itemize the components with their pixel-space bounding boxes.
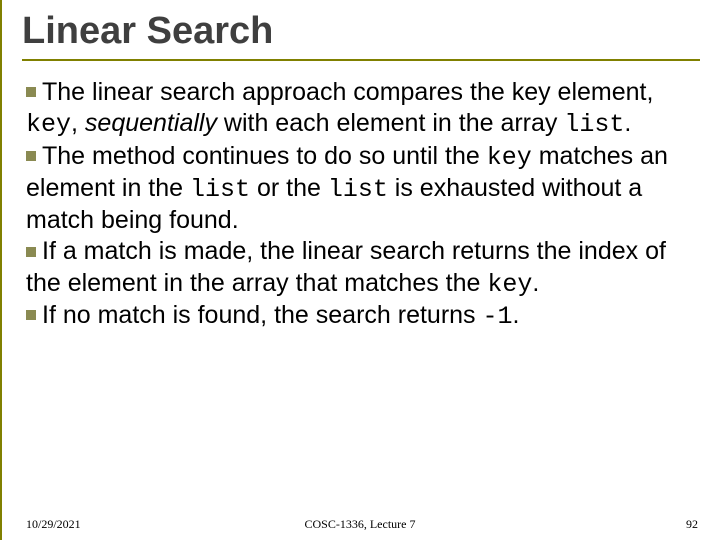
b3-pre: If a match is made, the linear search re… [26, 237, 666, 296]
body-text: The linear search approach compares the … [22, 77, 700, 332]
b3-post: . [532, 269, 539, 297]
b2-code3: list [328, 175, 388, 204]
b1-code1: key [26, 110, 71, 139]
b1-pre: The linear search approach compares the … [42, 78, 653, 106]
title-rule [22, 59, 700, 61]
slide: Linear Search The linear search approach… [0, 0, 720, 540]
b4-pre: If no match is found, the search returns [42, 301, 483, 329]
page-title: Linear Search [22, 10, 700, 55]
bullet-icon [26, 247, 36, 257]
b1-post: . [624, 109, 631, 137]
bullet-icon [26, 310, 36, 320]
footer-center: COSC-1336, Lecture 7 [305, 517, 416, 532]
b2-mid2: or the [250, 174, 328, 202]
b2-pre: The method continues to do so until the [42, 142, 487, 170]
b2-code1: key [487, 143, 532, 172]
bullet-icon [26, 87, 36, 97]
b1-mid1: , [71, 109, 85, 137]
b1-mid2: with each element in the array [217, 109, 564, 137]
b1-code2: list [564, 110, 624, 139]
footer: 10/29/2021 COSC-1336, Lecture 7 92 [0, 517, 720, 532]
bullet-icon [26, 151, 36, 161]
b4-post: . [513, 301, 520, 329]
b1-ital: sequentially [85, 109, 217, 137]
footer-page: 92 [686, 517, 698, 532]
b3-code1: key [487, 270, 532, 299]
b2-code2: list [190, 175, 250, 204]
b4-code1: -1 [483, 302, 513, 331]
footer-date: 10/29/2021 [26, 517, 81, 532]
